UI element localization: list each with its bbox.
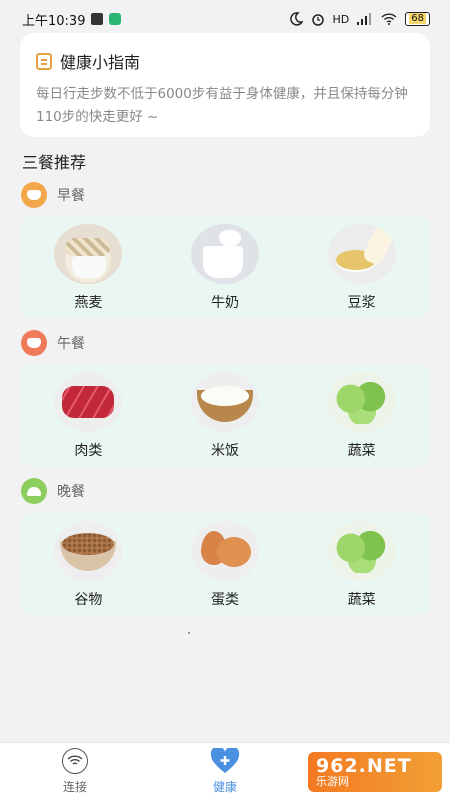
food-label: 蛋类 [210,592,239,608]
network-type: HD [332,12,350,26]
tip-title: 健康小指南 [60,53,141,72]
meal-title: 午餐 [57,336,85,352]
food-label: 燕麦 [74,295,103,311]
rice-image [190,372,259,432]
food-label: 肉类 [74,443,103,459]
nav-health[interactable]: 健康 [150,743,300,800]
food-item[interactable]: 蛋类 [170,521,280,609]
food-label: 牛奶 [210,295,239,311]
food-label: 豆浆 [347,295,376,311]
meal-card-dinner: 谷物 蛋类 蔬菜 [20,513,430,615]
nav-label: 连接 [62,780,87,794]
soymilk-image [327,224,396,284]
meal-card-breakfast: 燕麦 牛奶 豆浆 [20,216,430,318]
alarm-icon [311,14,324,26]
meal-card-lunch: 肉类 米饭 蔬菜 [20,364,430,466]
food-label: 蔬菜 [347,592,376,608]
meal-header-lunch: 午餐 [21,330,85,356]
meal-title: 早餐 [57,188,85,204]
food-item[interactable]: 米饭 [170,372,280,460]
battery-icon: 68 [405,12,430,26]
vegetable-image [327,521,396,581]
food-item[interactable]: 牛奶 [170,224,280,312]
meat-image [54,372,123,432]
moon-icon [289,12,303,26]
section-title: 三餐推荐 [22,153,87,172]
food-item[interactable]: 蔬菜 [307,521,417,609]
breakfast-icon [21,182,47,208]
notification-icon [91,13,104,25]
signal-icon [357,13,372,25]
food-label: 米饭 [210,443,239,459]
watermark-bottom: 乐游网 [316,775,349,788]
battery-level: 68 [409,13,426,24]
food-label: 蔬菜 [347,443,376,459]
status-bar-right: HD 68 [289,12,430,26]
food-item[interactable]: 蔬菜 [307,372,417,460]
vegetable-image [327,372,396,432]
tip-body: 每日行走步数不低于6000步有益于身体健康，并且保持每分钟110步的快走更好 ~ [36,86,408,125]
clock: 上午10:39 [22,13,86,29]
food-label: 谷物 [74,592,103,608]
tip-header: 健康小指南 [36,49,414,73]
watermark-logo: 962.NET 乐游网 [308,752,442,792]
food-item[interactable]: 豆浆 [307,224,417,312]
wifi-icon [62,748,88,774]
oats-image [54,224,123,284]
grain-image [54,521,123,581]
lunch-icon [21,330,47,356]
heart-plus-icon [210,748,240,773]
dot [188,632,190,634]
status-bar-left: 上午10:39 [22,10,122,29]
meal-header-breakfast: 早餐 [21,182,85,208]
wifi-status-icon [381,13,397,25]
food-item[interactable]: 谷物 [33,521,143,609]
food-item[interactable]: 肉类 [33,372,143,460]
meal-title: 晚餐 [57,484,85,500]
meal-header-dinner: 晚餐 [21,478,85,504]
nav-connect[interactable]: 连接 [0,743,150,800]
egg-image [190,521,259,581]
note-icon [36,52,52,70]
dinner-icon [21,478,47,504]
health-tip-card: 健康小指南 每日行走步数不低于6000步有益于身体健康，并且保持每分钟110步的… [20,33,430,137]
security-icon [109,13,122,25]
milk-image [190,224,259,284]
watermark-top: 962.NET [316,755,412,777]
food-item[interactable]: 燕麦 [33,224,143,312]
nav-label: 健康 [212,780,237,794]
